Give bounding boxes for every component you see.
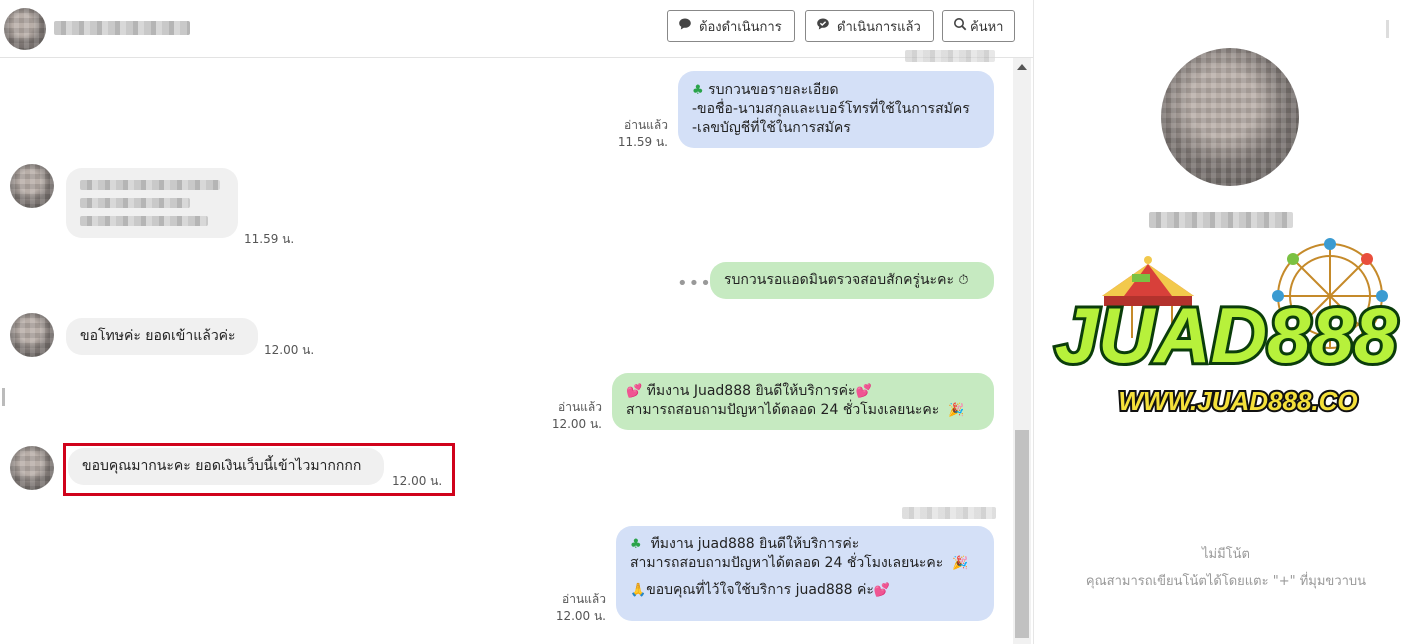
contact-avatar[interactable] xyxy=(10,446,54,490)
blurred-text xyxy=(80,198,190,208)
message-time: 12.00 น. xyxy=(392,474,443,488)
profile-name-blurred xyxy=(1149,212,1293,228)
no-notes-label: ไม่มีโน้ต xyxy=(1202,547,1250,562)
praying-hands-icon: 🙏 xyxy=(630,583,647,598)
message-bubble[interactable]: 💕 ทีมงาน Juad888 ยินดีให้บริการค่ะ💕 สามา… xyxy=(612,373,994,430)
juad888-logo: JUAD888 WWW.JUAD888.CO xyxy=(1040,234,1417,424)
pending-button[interactable]: ต้องดำเนินการ xyxy=(667,10,795,42)
hearts-icon: 💕 xyxy=(626,384,643,399)
sender-name-blurred xyxy=(902,507,996,519)
message-meta: อ่านแล้ว 11.59 น. xyxy=(600,117,668,151)
message-bubble[interactable]: ♣ ทีมงาน juad888 ยินดีให้บริการค่ะ สามาร… xyxy=(616,526,994,621)
party-popper-icon: 🎉 xyxy=(948,403,965,418)
pending-label: ต้องดำเนินการ xyxy=(699,19,782,35)
message-meta: อ่านแล้ว 12.00 น. xyxy=(538,591,606,625)
message-bubble[interactable]: รบกวนรอแอดมินตรวจสอบสักครู่นะคะ ⏱ xyxy=(710,262,994,299)
message-bubble[interactable]: ขอโทษค่ะ ยอดเข้าแล้วค่ะ xyxy=(66,318,258,355)
message-bubble[interactable]: ขอบคุณมากนะคะ ยอดเงินเว็บนี้เข้าไวมากกกก xyxy=(68,448,384,485)
notes-hint: คุณสามารถเขียนโน้ตได้โดยแตะ "+" ที่มุมขว… xyxy=(1085,574,1367,589)
contact-sidebar: JUAD888 WWW.JUAD888.CO ไม่มีโน้ต คุณสามา… xyxy=(1033,0,1417,644)
blurred-text xyxy=(80,180,220,190)
message-line: -ขอชื่อ-นามสกุลและเบอร์โทรที่ใช้ในการสมั… xyxy=(692,101,970,117)
read-status: อ่านแล้ว xyxy=(624,118,668,132)
message-time: 11.59 น. xyxy=(617,135,668,149)
logo-url: WWW.JUAD888.CO xyxy=(1118,386,1357,416)
chat-check-icon xyxy=(816,17,830,35)
message-time: 11.59 น. xyxy=(244,232,295,246)
profile-avatar-large[interactable] xyxy=(1161,48,1299,186)
sender-name-blurred xyxy=(905,50,995,62)
message-bubble-blurred[interactable] xyxy=(66,168,238,238)
read-status: อ่านแล้ว xyxy=(562,592,606,606)
message-line: รบกวนขอรายละเอียด xyxy=(708,82,839,98)
done-button[interactable]: ดำเนินการแล้ว xyxy=(805,10,934,42)
contact-avatar[interactable] xyxy=(4,8,46,50)
message-time: 12.00 น. xyxy=(555,609,606,623)
message-line: ขอบคุณที่ไว้ใจใช้บริการ juad888 ค่ะ xyxy=(646,582,874,598)
contact-avatar[interactable] xyxy=(10,164,54,208)
sidebar-menu-icon[interactable] xyxy=(1386,20,1389,38)
read-status: อ่านแล้ว xyxy=(558,400,602,414)
hearts-icon: 💕 xyxy=(855,384,872,399)
message-line: -เลขบัญชีที่ใช้ในการสมัคร xyxy=(692,120,851,136)
stopwatch-icon: ⏱ xyxy=(958,273,969,288)
chat-panel: ต้องดำเนินการ ดำเนินการแล้ว ค้นหา อ่านแล… xyxy=(0,0,1033,644)
message-time: 12.00 น. xyxy=(264,343,315,357)
blurred-text xyxy=(80,216,208,226)
scrollbar-thumb[interactable] xyxy=(1015,430,1029,638)
search-button[interactable]: ค้นหา xyxy=(942,10,1015,42)
logo-text: JUAD888 xyxy=(1055,291,1398,379)
message-line: ขอโทษค่ะ ยอดเข้าแล้วค่ะ xyxy=(80,328,236,344)
heart-icon: 💕 xyxy=(873,583,891,598)
party-popper-icon: 🎉 xyxy=(952,556,969,571)
more-options-icon[interactable]: ••• xyxy=(677,273,712,294)
message-time: 12.00 น. xyxy=(551,417,602,431)
search-label: ค้นหา xyxy=(970,19,1004,35)
message-line: ทีมงาน Juad888 ยินดีให้บริการค่ะ xyxy=(646,383,856,399)
message-line: รบกวนรอแอดมินตรวจสอบสักครู่นะคะ xyxy=(724,272,954,288)
chat-header: ต้องดำเนินการ ดำเนินการแล้ว ค้นหา xyxy=(0,0,1033,58)
clover-icon: ♣ xyxy=(692,83,704,98)
message-bubble[interactable]: ♣ รบกวนขอรายละเอียด -ขอชื่อ-นามสกุลและเบ… xyxy=(678,71,994,148)
search-icon xyxy=(953,17,967,35)
contact-name-blurred[interactable] xyxy=(54,21,190,35)
message-line: ทีมงาน juad888 ยินดีให้บริการค่ะ xyxy=(650,536,860,552)
clover-icon: ♣ xyxy=(630,537,642,552)
contact-avatar[interactable] xyxy=(10,313,54,357)
done-label: ดำเนินการแล้ว xyxy=(837,19,921,35)
chat-bubble-icon xyxy=(678,17,692,35)
message-line: ขอบคุณมากนะคะ ยอดเงินเว็บนี้เข้าไวมากกกก xyxy=(82,458,362,474)
divider-marker xyxy=(2,388,5,406)
message-meta: อ่านแล้ว 12.00 น. xyxy=(534,399,602,433)
message-line: สามารถสอบถามปัญหาได้ตลอด 24 ชั่วโมงเลยนะ… xyxy=(626,402,940,418)
message-line: สามารถสอบถามปัญหาได้ตลอด 24 ชั่วโมงเลยนะ… xyxy=(630,555,944,571)
scroll-up-arrow-icon[interactable] xyxy=(1017,64,1027,70)
